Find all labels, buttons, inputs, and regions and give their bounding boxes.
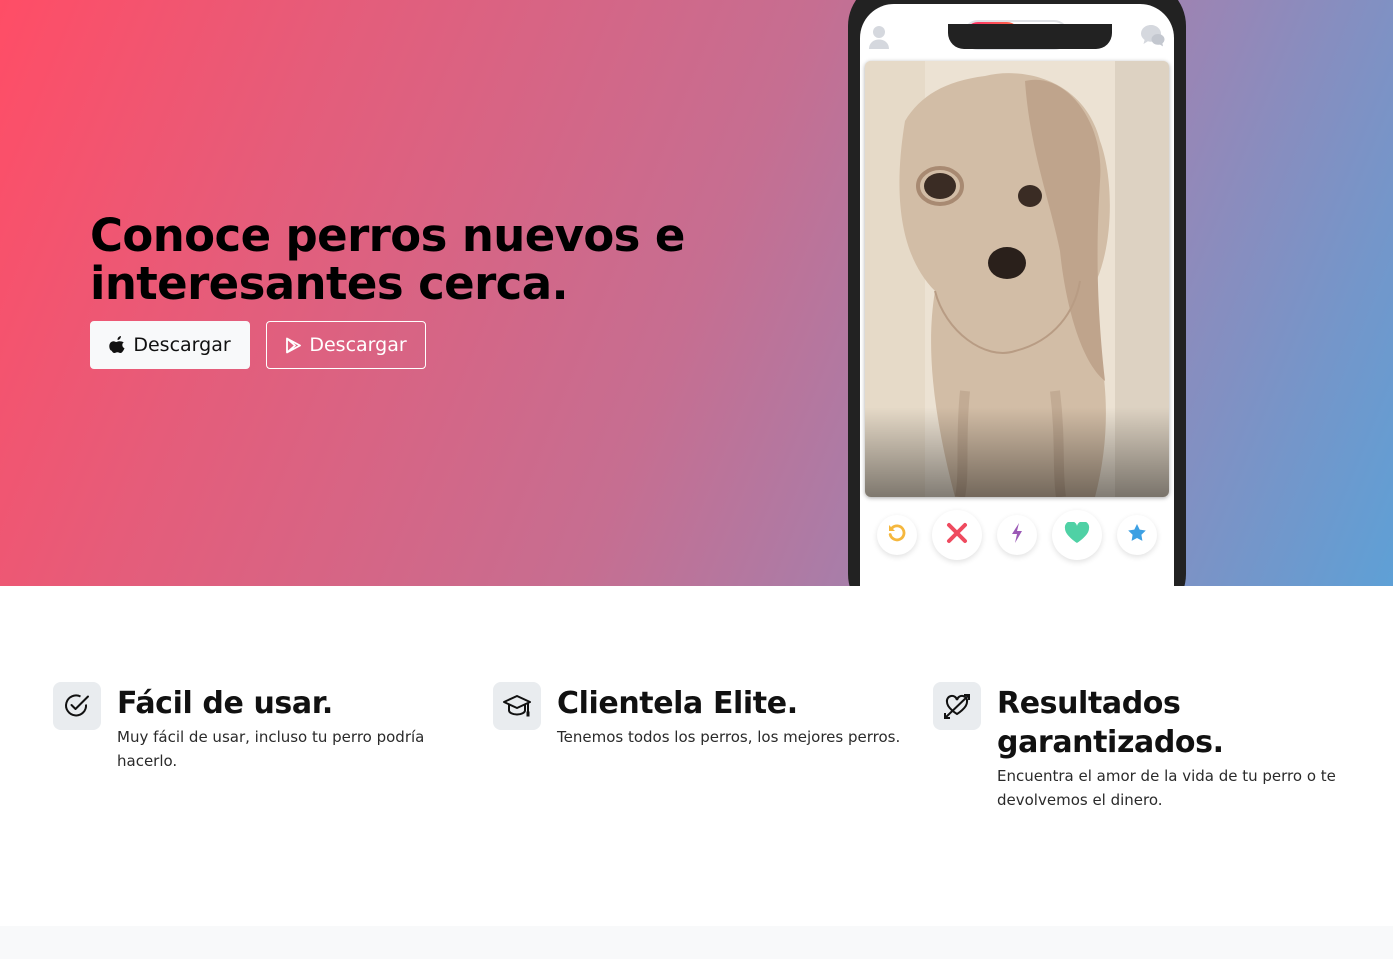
feature-text: Tenemos todos los perros, los mejores pe… — [557, 728, 901, 746]
profile-icon[interactable] — [868, 24, 890, 54]
chat-icon[interactable] — [1140, 24, 1166, 52]
boost-button[interactable] — [997, 515, 1037, 555]
features-section: Fácil de usar. Muy fácil de usar, inclus… — [0, 586, 1393, 926]
download-google-play-button[interactable]: Descargar — [266, 321, 426, 369]
download-app-store-button[interactable]: Descargar — [90, 321, 250, 369]
hero-section: Conoce perros nuevos e interesantes cerc… — [0, 0, 1393, 586]
heart-icon — [1064, 521, 1090, 548]
super-like-button[interactable] — [1117, 515, 1157, 555]
action-bar — [860, 507, 1174, 563]
feature-text: Encuentra el amor de la vida de tu perro… — [997, 767, 1336, 809]
lightning-icon — [1010, 523, 1024, 547]
feature-text: Muy fácil de usar, incluso tu perro podr… — [117, 728, 425, 770]
hero-title: Conoce perros nuevos e interesantes cerc… — [90, 209, 685, 310]
google-play-icon — [285, 337, 302, 354]
star-icon — [1127, 523, 1147, 547]
like-button[interactable] — [1052, 510, 1102, 560]
phone-screen — [860, 4, 1174, 586]
phone-notch — [948, 24, 1112, 49]
feature-title: Fácil de usar. — [117, 686, 333, 721]
nope-button[interactable] — [932, 510, 982, 560]
feature-title: Resultados garantizados. — [997, 686, 1224, 760]
heart-arrow-icon — [933, 682, 981, 730]
apple-icon — [109, 336, 125, 354]
rewind-icon — [887, 523, 907, 547]
graduation-cap-icon — [493, 682, 541, 730]
phone-mockup — [848, 0, 1186, 586]
dog-photo[interactable] — [865, 61, 1169, 497]
download-google-play-label: Descargar — [309, 334, 407, 356]
card-shade — [865, 407, 1169, 497]
rewind-button[interactable] — [877, 515, 917, 555]
check-circle-icon — [53, 682, 101, 730]
download-app-store-label: Descargar — [133, 334, 231, 356]
next-section-band — [0, 926, 1393, 959]
close-icon — [946, 522, 968, 548]
feature-title: Clientela Elite. — [557, 686, 798, 721]
